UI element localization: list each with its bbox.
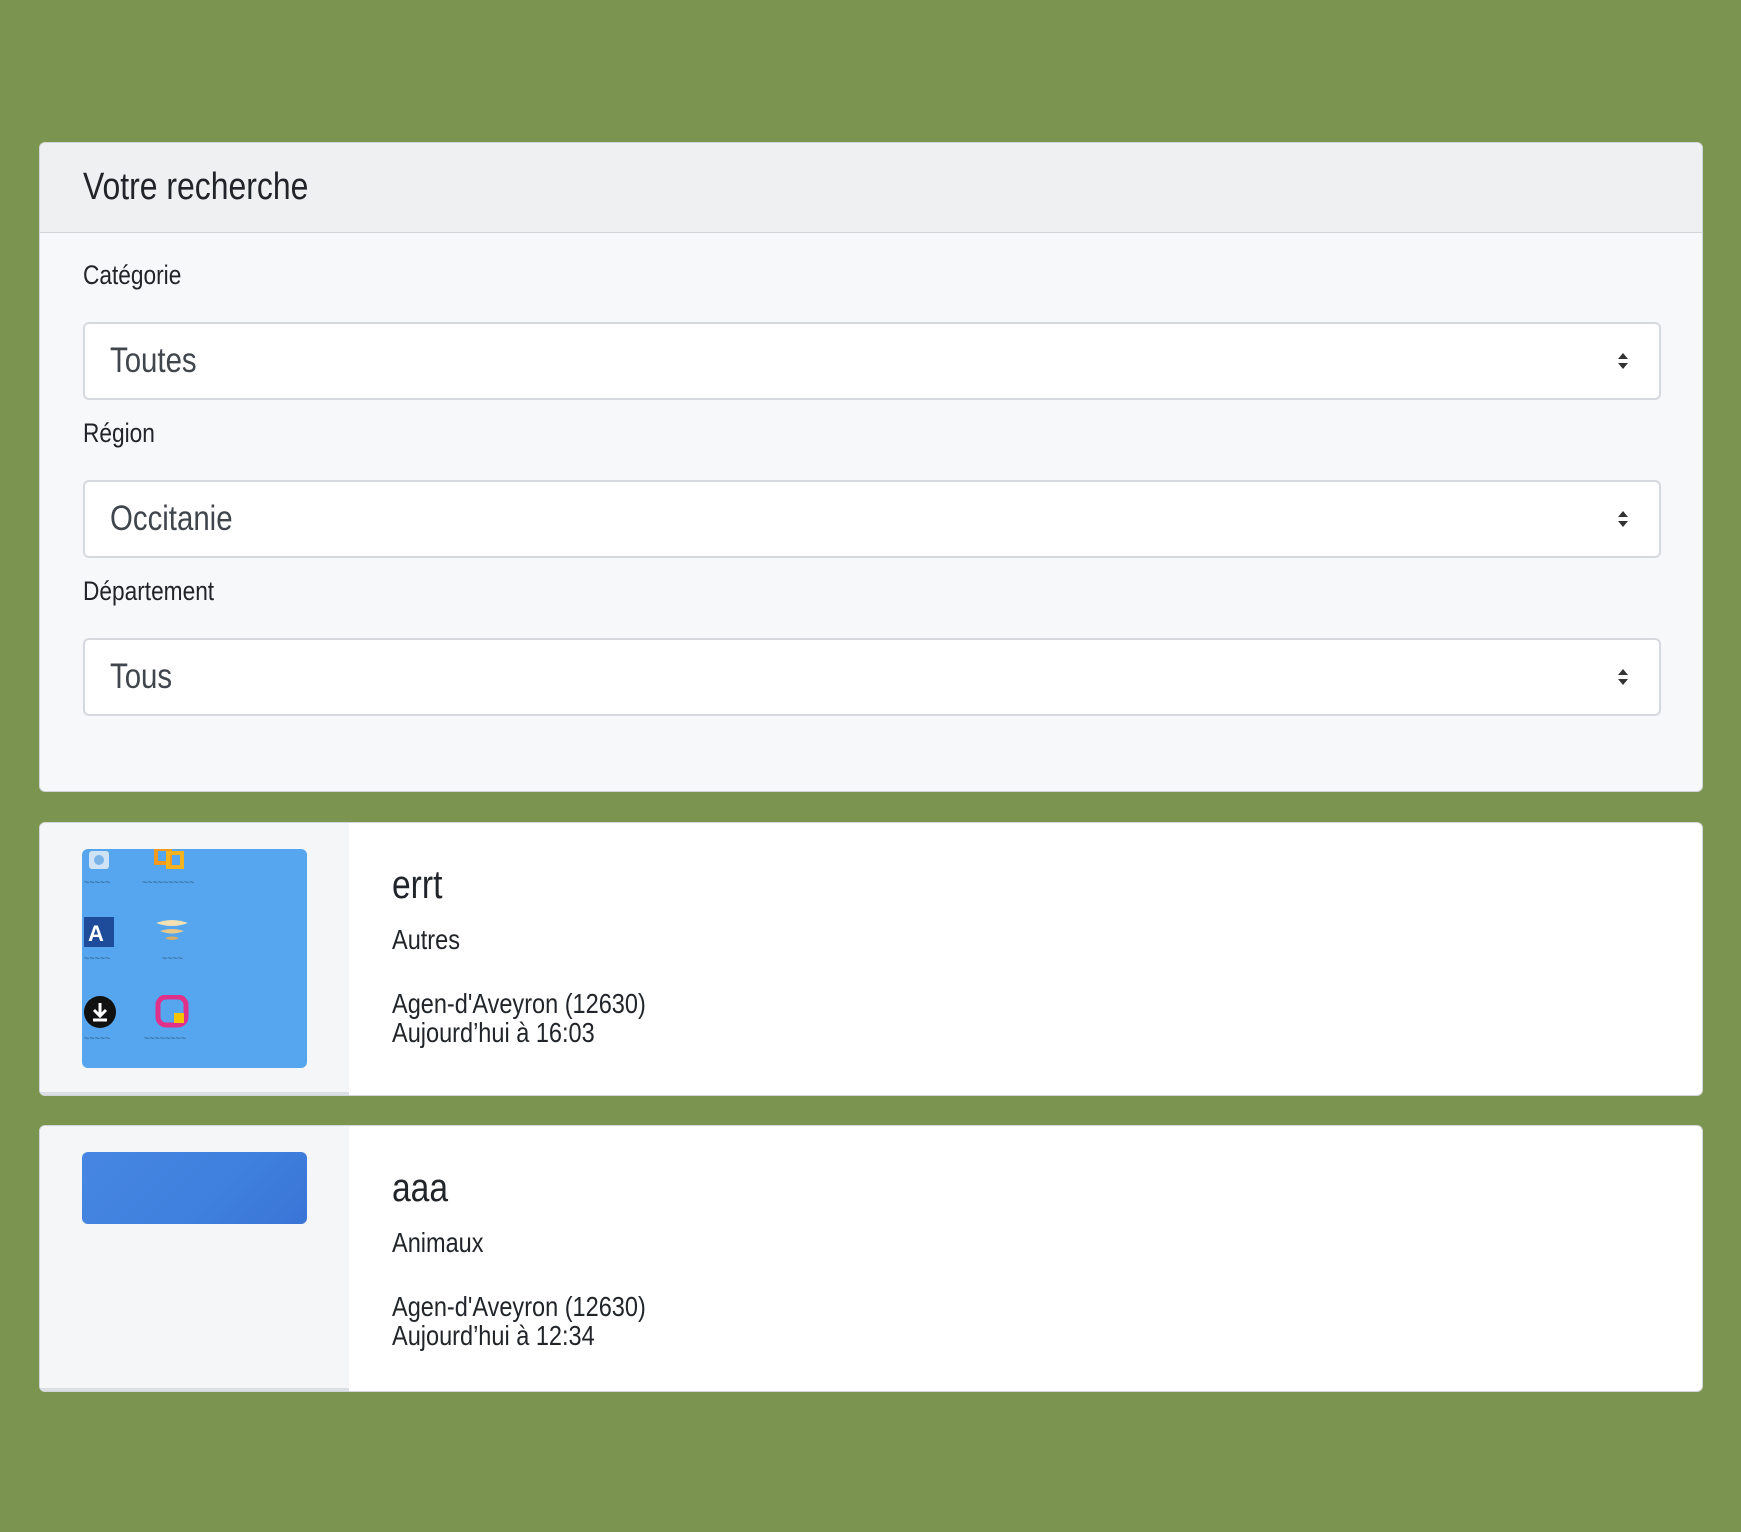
- listing-category: Animaux: [392, 1227, 484, 1258]
- listing-category: Autres: [392, 924, 460, 955]
- category-label: Catégorie: [83, 260, 182, 290]
- department-select[interactable]: Tous: [83, 638, 1661, 716]
- search-panel: Votre recherche Catégorie Toutes Région …: [39, 142, 1703, 792]
- department-label: Département: [83, 576, 215, 606]
- listing-title[interactable]: errt: [392, 863, 442, 908]
- tornado-app-icon: [156, 920, 188, 940]
- search-header: Votre recherche: [40, 143, 1702, 233]
- department-select-value: Tous: [110, 657, 173, 696]
- listing-card[interactable]: A ~~~~~ ~~~~~~~~~~ ~~~~~ ~~~~ ~~~~~ ~~~~…: [39, 822, 1703, 1096]
- listing-date: Aujourd’hui à 12:34: [392, 1320, 595, 1351]
- download-app-icon: [84, 996, 116, 1028]
- listing-title[interactable]: aaa: [392, 1166, 448, 1211]
- select-arrows-icon: [1618, 353, 1628, 369]
- listing-card[interactable]: aaa Animaux Agen-d'Aveyron (12630) Aujou…: [39, 1125, 1703, 1392]
- select-arrows-icon: [1618, 669, 1628, 685]
- category-select[interactable]: Toutes: [83, 322, 1661, 400]
- listing-thumbnail-column: A ~~~~~ ~~~~~~~~~~ ~~~~~ ~~~~ ~~~~~ ~~~~…: [40, 823, 349, 1095]
- vmware-icon: [154, 849, 184, 869]
- listing-thumbnail-image[interactable]: [82, 1152, 307, 1224]
- select-arrows-icon: [1618, 511, 1628, 527]
- desktop-icon-label: ~~~~~~~~~~: [142, 877, 195, 887]
- svg-text:A: A: [88, 921, 104, 946]
- search-title: Votre recherche: [83, 166, 309, 208]
- region-select[interactable]: Occitanie: [83, 480, 1661, 558]
- category-select-value: Toutes: [110, 341, 197, 380]
- region-select-value: Occitanie: [110, 499, 233, 538]
- desktop-icon-label: ~~~~: [162, 953, 184, 963]
- algobox-icon: A: [84, 917, 114, 947]
- listing-location: Agen-d'Aveyron (12630): [392, 1291, 646, 1322]
- desktop-icon-label: ~~~~~: [84, 953, 111, 963]
- wamp-server-icon: [155, 995, 189, 1028]
- region-label: Région: [83, 418, 155, 448]
- listing-thumbnail-image[interactable]: A ~~~~~ ~~~~~~~~~~ ~~~~~ ~~~~ ~~~~~ ~~~~…: [82, 849, 307, 1068]
- listing-date: Aujourd’hui à 16:03: [392, 1017, 595, 1048]
- listing-location: Agen-d'Aveyron (12630): [392, 988, 646, 1019]
- desktop-app-icon: [89, 851, 109, 869]
- desktop-icon-label: ~~~~~: [84, 877, 111, 887]
- desktop-icon-label: ~~~~~: [84, 1033, 111, 1043]
- desktop-icon-label: ~~~~~~~~: [144, 1033, 187, 1043]
- listing-thumbnail-column: [40, 1126, 349, 1391]
